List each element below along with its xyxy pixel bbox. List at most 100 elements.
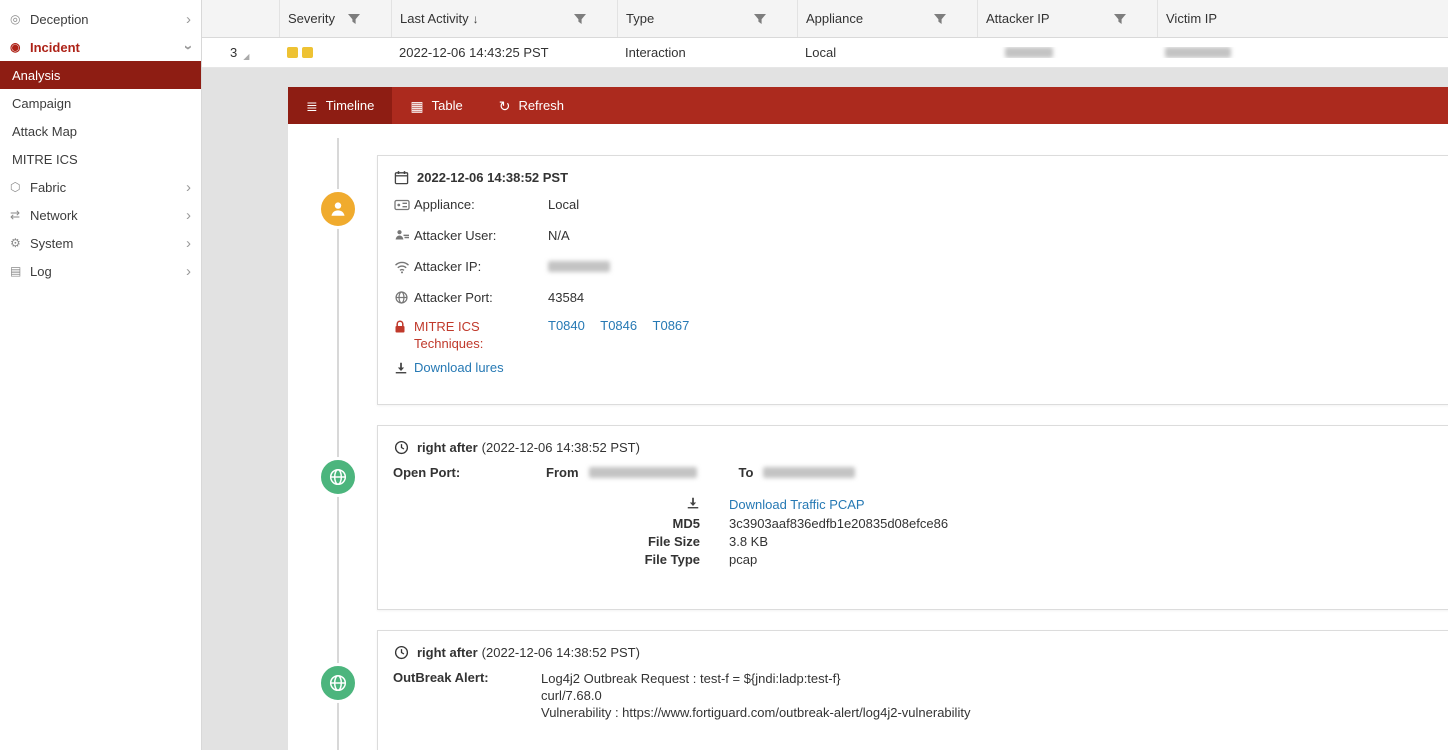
from-label: From: [546, 465, 579, 480]
severity-cell: [279, 47, 391, 58]
sidebar-item-incident[interactable]: ◉ Incident ›: [0, 33, 201, 61]
refresh-icon: ↻: [499, 99, 511, 113]
deception-icon: ◎: [10, 12, 30, 26]
calendar-icon: [394, 170, 409, 185]
outbreak-event-icon: [318, 663, 358, 703]
alert-line: curl/7.68.0: [541, 687, 970, 704]
severity-badge: [287, 47, 298, 58]
lock-icon: [394, 318, 414, 334]
row-number: 3: [230, 45, 237, 60]
clock-icon: [394, 440, 409, 455]
tab-timeline[interactable]: ≣ Timeline: [288, 87, 392, 124]
field-label: OutBreak Alert:: [393, 670, 541, 685]
field-row: Attacker Port: 43584: [378, 282, 1448, 313]
sidebar-item-label: System: [30, 236, 186, 251]
download-icon: [394, 361, 414, 375]
mitre-link[interactable]: T0867: [653, 318, 690, 333]
field-value: 43584: [548, 290, 584, 305]
globe-icon: [327, 672, 349, 694]
wifi-icon: [394, 260, 414, 274]
sidebar-item-deception[interactable]: ◎ Deception ›: [0, 5, 201, 33]
field-row: MITRE ICS Techniques: T0840 T0846 T0867: [378, 313, 1448, 352]
filter-icon[interactable]: [753, 13, 767, 25]
network-icon: ⇄: [10, 208, 30, 222]
mitre-technique-links: T0840 T0846 T0867: [548, 318, 701, 333]
column-label: Victim IP: [1166, 11, 1217, 26]
sidebar-item-analysis[interactable]: Analysis: [0, 61, 201, 89]
sort-desc-icon[interactable]: ↓: [473, 12, 479, 26]
sidebar-item-label: Incident: [30, 40, 186, 55]
column-attacker-ip[interactable]: Attacker IP: [977, 0, 1157, 37]
filter-icon[interactable]: [933, 13, 947, 25]
user-lock-icon: [328, 199, 348, 219]
redacted-to-ip: [763, 467, 855, 478]
clock-icon: [394, 645, 409, 660]
appliance-icon: [394, 199, 414, 211]
sidebar-item-mitre-ics[interactable]: MITRE ICS: [0, 145, 201, 173]
column-label: Type: [626, 11, 654, 26]
mitre-link[interactable]: T0840: [548, 318, 585, 333]
redacted-victim-ip: [1165, 47, 1231, 58]
filter-icon[interactable]: [1113, 13, 1127, 25]
column-label: Last Activity: [400, 11, 469, 26]
field-row: Attacker IP:: [378, 251, 1448, 282]
field-value: N/A: [548, 228, 570, 243]
sidebar-item-fabric[interactable]: ⬡ Fabric ›: [0, 173, 201, 201]
md5-label: MD5: [378, 516, 700, 531]
appliance-cell: Local: [797, 45, 977, 60]
chevron-right-icon: ›: [186, 12, 191, 27]
filter-icon[interactable]: [347, 13, 361, 25]
column-label: Appliance: [806, 11, 863, 26]
field-label: Attacker Port:: [414, 290, 548, 305]
timeline-list-icon: ≣: [306, 99, 318, 113]
sidebar-item-label: Log: [30, 264, 186, 279]
column-victim-ip[interactable]: Victim IP: [1157, 0, 1448, 37]
timeline-axis: [337, 138, 339, 750]
column-label: Attacker IP: [986, 11, 1050, 26]
timeline-panel: 2022-12-06 14:38:52 PST Appliance: Local…: [288, 124, 1448, 750]
chevron-right-icon: ›: [186, 236, 191, 251]
file-size-label: File Size: [378, 534, 700, 549]
sidebar: ◎ Deception › ◉ Incident › Analysis Camp…: [0, 0, 202, 750]
field-row: Appliance: Local: [378, 189, 1448, 220]
download-icon: [378, 496, 700, 513]
event-relative-time: right after: [417, 645, 478, 660]
column-last-activity[interactable]: Last Activity ↓: [391, 0, 617, 37]
tab-label: Refresh: [518, 98, 564, 113]
refresh-button[interactable]: ↻ Refresh: [481, 87, 582, 124]
field-label: MITRE ICS Techniques:: [414, 318, 548, 352]
timeline-event-card: right after(2022-12-06 14:38:52 PST) Out…: [377, 630, 1448, 750]
victim-ip-cell: [1157, 47, 1448, 58]
alert-line: Log4j2 Outbreak Request : test-f = ${jnd…: [541, 670, 970, 687]
sidebar-item-log[interactable]: ▤ Log ›: [0, 257, 201, 285]
filter-icon[interactable]: [573, 13, 587, 25]
field-row: Attacker User: N/A: [378, 220, 1448, 251]
file-size-value: 3.8 KB: [729, 534, 1448, 549]
sidebar-item-campaign[interactable]: Campaign: [0, 89, 201, 117]
outbreak-alert-details: Log4j2 Outbreak Request : test-f = ${jnd…: [541, 670, 970, 721]
table-row[interactable]: 3 ◢ 2022-12-06 14:43:25 PST Interaction …: [202, 38, 1448, 68]
attacker-user-icon: [394, 229, 414, 242]
column-label: Severity: [288, 11, 335, 26]
alert-line: Vulnerability : https://www.fortiguard.c…: [541, 704, 970, 721]
field-label: Attacker User:: [414, 228, 548, 243]
sidebar-item-attack-map[interactable]: Attack Map: [0, 117, 201, 145]
tab-table[interactable]: ▦ Table: [392, 87, 480, 124]
download-lures-link[interactable]: Download lures: [414, 360, 504, 375]
chevron-right-icon: ›: [186, 208, 191, 223]
mitre-link[interactable]: T0846: [600, 318, 637, 333]
globe-icon: [327, 466, 349, 488]
download-pcap-link[interactable]: Download Traffic PCAP: [729, 497, 865, 512]
detail-toolbar: ≣ Timeline ▦ Table ↻ Refresh: [288, 87, 1448, 124]
chevron-down-icon: ›: [181, 45, 196, 50]
sidebar-item-system[interactable]: ⚙ System ›: [0, 229, 201, 257]
column-type[interactable]: Type: [617, 0, 797, 37]
severity-badge: [302, 47, 313, 58]
field-label: Open Port:: [393, 465, 546, 480]
row-expand-icon[interactable]: ◢: [243, 52, 249, 61]
attacker-event-icon: [318, 189, 358, 229]
column-severity[interactable]: Severity: [279, 0, 391, 37]
log-icon: ▤: [10, 264, 30, 278]
sidebar-item-network[interactable]: ⇄ Network ›: [0, 201, 201, 229]
column-appliance[interactable]: Appliance: [797, 0, 977, 37]
